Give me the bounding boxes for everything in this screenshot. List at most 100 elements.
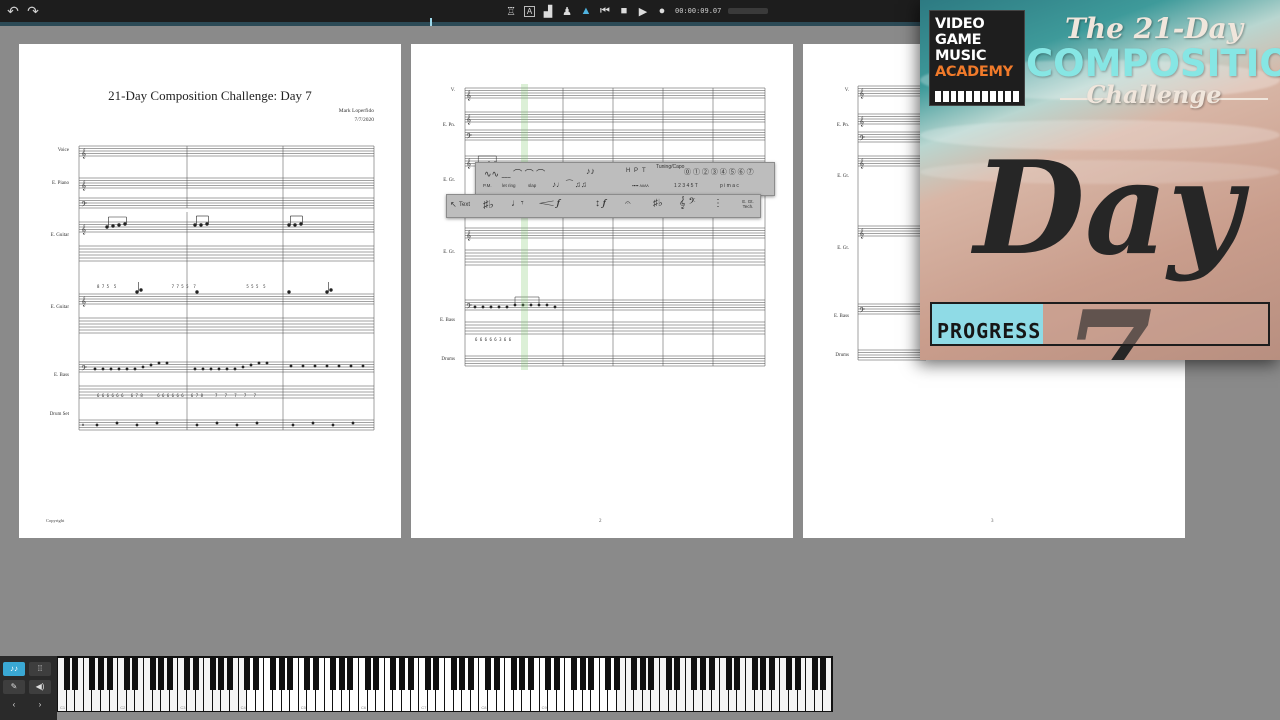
piano-black-key[interactable] (158, 658, 165, 690)
piano-black-key[interactable] (734, 658, 741, 690)
piano-black-key[interactable] (347, 658, 354, 690)
text-tool-button[interactable]: Text (459, 202, 470, 208)
hammer-on-button[interactable]: H (626, 168, 630, 174)
tuner-icon[interactable]: ♟ (561, 5, 573, 18)
piano-black-key[interactable] (399, 658, 405, 690)
piano-black-key[interactable] (528, 658, 534, 690)
piano-black-key[interactable] (786, 658, 792, 690)
piano-black-key[interactable] (751, 658, 758, 690)
piano-black-key[interactable] (708, 658, 715, 690)
stop-icon[interactable]: ■ (618, 5, 630, 17)
piano-black-key[interactable] (252, 658, 259, 690)
piano-black-key[interactable] (313, 658, 319, 690)
pull-off-button[interactable]: P (634, 168, 638, 174)
pencil-icon[interactable]: ✎ (3, 680, 25, 694)
vibrato-icon[interactable]: ∿∿ ﹏ ⌒ ⌒ ⌒ (484, 167, 545, 180)
piano-black-key[interactable] (545, 658, 552, 690)
piano-black-key[interactable] (364, 658, 371, 690)
piano-black-key[interactable] (106, 658, 113, 690)
piano-black-key[interactable] (166, 658, 173, 690)
piano-black-key[interactable] (700, 658, 706, 690)
piano-black-key[interactable] (485, 658, 491, 690)
playback-cursor[interactable] (521, 84, 528, 370)
piano-black-key[interactable] (459, 658, 466, 690)
fermata-icon[interactable]: 𝄐 (625, 198, 631, 209)
piano-black-key[interactable] (244, 658, 251, 690)
accidentals-icon[interactable]: ♯♭ (483, 198, 494, 211)
redo-icon[interactable]: ↷ (25, 3, 41, 19)
piano-black-key[interactable] (588, 658, 595, 690)
speaker-icon[interactable]: ◀) (29, 680, 51, 694)
piano-black-key[interactable] (760, 658, 767, 690)
piano-black-key[interactable] (278, 658, 285, 690)
piano-black-key[interactable] (390, 658, 397, 690)
finger-number-buttons[interactable]: 1 2 3 4 5 T (674, 183, 698, 189)
piano-black-key[interactable] (665, 658, 672, 690)
grid-mode-icon[interactable]: ⁞⁞ (29, 662, 51, 676)
piano-black-key[interactable] (123, 658, 130, 690)
clef-icon[interactable]: 𝄞 𝄢 (679, 197, 696, 210)
tap-button[interactable]: T (642, 168, 646, 174)
piano-black-key[interactable] (132, 658, 139, 690)
piano-mode-icon[interactable]: ♪♪ (3, 662, 25, 676)
piano-black-key[interactable] (674, 658, 681, 690)
piano-black-key[interactable] (287, 658, 294, 690)
mode-a-icon[interactable]: A (524, 5, 535, 17)
articulation-icon[interactable]: ↕ 𝆑 (595, 198, 606, 209)
piano-black-key[interactable] (373, 658, 380, 690)
pick-finger-buttons[interactable]: p i m a c (720, 183, 739, 189)
scroll-left-icon[interactable]: ‹ (3, 698, 25, 712)
piano-black-key[interactable] (89, 658, 96, 690)
piano-black-key[interactable] (605, 658, 612, 690)
piano-black-key[interactable] (424, 658, 431, 690)
piano-black-key[interactable] (72, 658, 79, 690)
piano-black-key[interactable] (270, 658, 276, 690)
tuning-capo-button[interactable]: Tuning/Capo (656, 165, 684, 170)
piano-black-key[interactable] (184, 658, 190, 690)
system-page-1[interactable]: 𝄞 𝄞 𝄢 𝄞 𝄞 𝄢 𝄥 (77, 132, 377, 432)
piano-keyboard[interactable]: C1 C2 C3 C4 C5 C6 C7 C8 C9 (57, 656, 833, 712)
playback-slider[interactable] (728, 8, 769, 14)
strum-icons[interactable]: ♪♩ ⁀ ♫♫ (552, 180, 587, 189)
guitar-technique-button[interactable]: E. Gt. Tech. (737, 199, 759, 209)
system-page-3[interactable]: 𝄞 𝄞 𝄢 𝄞 𝄞 𝄢 (856, 80, 926, 370)
piano-black-key[interactable] (330, 658, 337, 690)
undo-icon[interactable]: ↶ (5, 3, 21, 19)
piano-black-key[interactable] (691, 658, 698, 690)
piano-black-key[interactable] (768, 658, 775, 690)
piano-black-key[interactable] (98, 658, 104, 690)
rewind-icon[interactable]: ⏮ (599, 5, 611, 17)
scroll-right-icon[interactable]: › (29, 698, 51, 712)
bend-icon[interactable]: ♪♪ (586, 166, 595, 176)
piano-black-key[interactable] (648, 658, 655, 690)
dynamics-icon[interactable]: 𝆒 𝆑 (539, 198, 560, 209)
piano-black-key[interactable] (209, 658, 216, 690)
piano-black-key[interactable] (218, 658, 225, 690)
piano-black-key[interactable] (631, 658, 638, 690)
piano-black-key[interactable] (407, 658, 414, 690)
ottava-icon[interactable]: ⋮ (713, 198, 723, 209)
piano-black-key[interactable] (304, 658, 311, 690)
slap-button[interactable]: slap (528, 183, 536, 188)
string-number-buttons[interactable]: ⓪ ① ② ③ ④ ⑤ ⑥ ⑦ (684, 167, 754, 177)
piano-black-key[interactable] (493, 658, 500, 690)
record-icon[interactable]: ● (656, 5, 668, 17)
piano-black-key[interactable] (450, 658, 457, 690)
piano-black-key[interactable] (571, 658, 577, 690)
piano-black-key[interactable] (794, 658, 801, 690)
piano-black-key[interactable] (639, 658, 646, 690)
piano-black-key[interactable] (820, 658, 827, 690)
piano-black-key[interactable] (192, 658, 199, 690)
mixer-icon[interactable]: ▟ (542, 5, 554, 18)
piano-black-key[interactable] (579, 658, 586, 690)
piano-black-key[interactable] (467, 658, 474, 690)
let-ring-button[interactable]: let ring (502, 183, 516, 188)
metronome-icon[interactable]: ♖ (505, 5, 517, 18)
timeline-marker[interactable] (430, 18, 432, 26)
piano-black-key[interactable] (433, 658, 440, 690)
piano-black-key[interactable] (519, 658, 526, 690)
play-icon[interactable]: ▶ (637, 5, 649, 18)
tremolo-icon[interactable]: ▪▪▪▪ ʌʌʌʌ (632, 183, 649, 188)
select-arrow-icon[interactable]: ↖ (450, 200, 457, 209)
note-value-icon[interactable]: ♩𝄾 (511, 198, 524, 209)
